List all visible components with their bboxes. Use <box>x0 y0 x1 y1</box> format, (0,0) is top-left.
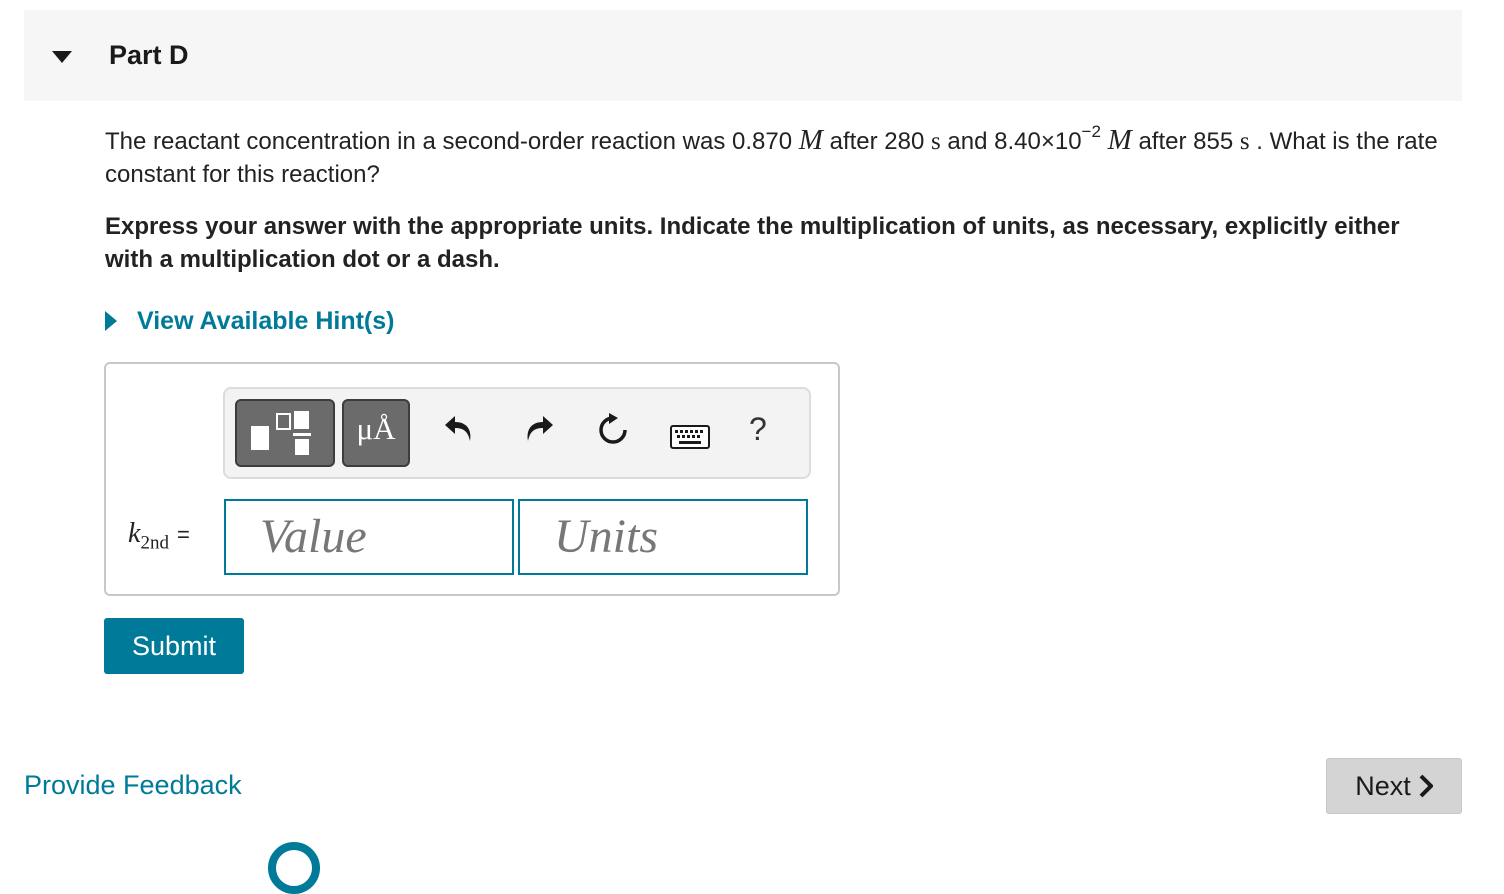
view-hints-label: View Available Hint(s) <box>137 306 395 335</box>
reset-icon[interactable] <box>595 412 631 448</box>
chevron-right-icon <box>1419 774 1433 798</box>
templates-button[interactable] <box>235 399 335 467</box>
submit-button[interactable]: Submit <box>104 618 244 674</box>
view-hints-link[interactable]: View Available Hint(s) <box>105 303 394 339</box>
templates-icon <box>251 411 311 455</box>
question-text: The reactant concentration in a second-o… <box>105 122 1438 188</box>
brand-logo <box>268 842 320 894</box>
units-button-label: μÅ <box>356 411 396 446</box>
units-input[interactable]: Units <box>518 499 808 575</box>
next-button[interactable]: Next <box>1326 758 1462 814</box>
units-button[interactable]: μÅ <box>342 399 410 467</box>
math-toolbar: μÅ ? <box>223 387 811 479</box>
next-button-label: Next <box>1355 770 1411 801</box>
redo-icon[interactable] <box>521 412 555 446</box>
collapse-caret-icon[interactable] <box>52 51 72 63</box>
answer-box: μÅ ? k2nd = Value Units <box>104 362 840 596</box>
answer-instruction: Express your answer with the appropriate… <box>105 213 1400 273</box>
expand-caret-icon <box>105 311 117 331</box>
provide-feedback-link[interactable]: Provide Feedback <box>24 770 242 801</box>
keyboard-icon[interactable] <box>670 425 710 449</box>
value-input[interactable]: Value <box>224 499 514 575</box>
part-header[interactable]: Part D <box>24 10 1462 101</box>
help-icon[interactable]: ? <box>749 411 767 448</box>
part-title: Part D <box>109 40 189 70</box>
variable-label: k2nd = <box>128 518 190 554</box>
undo-icon[interactable] <box>443 412 477 446</box>
